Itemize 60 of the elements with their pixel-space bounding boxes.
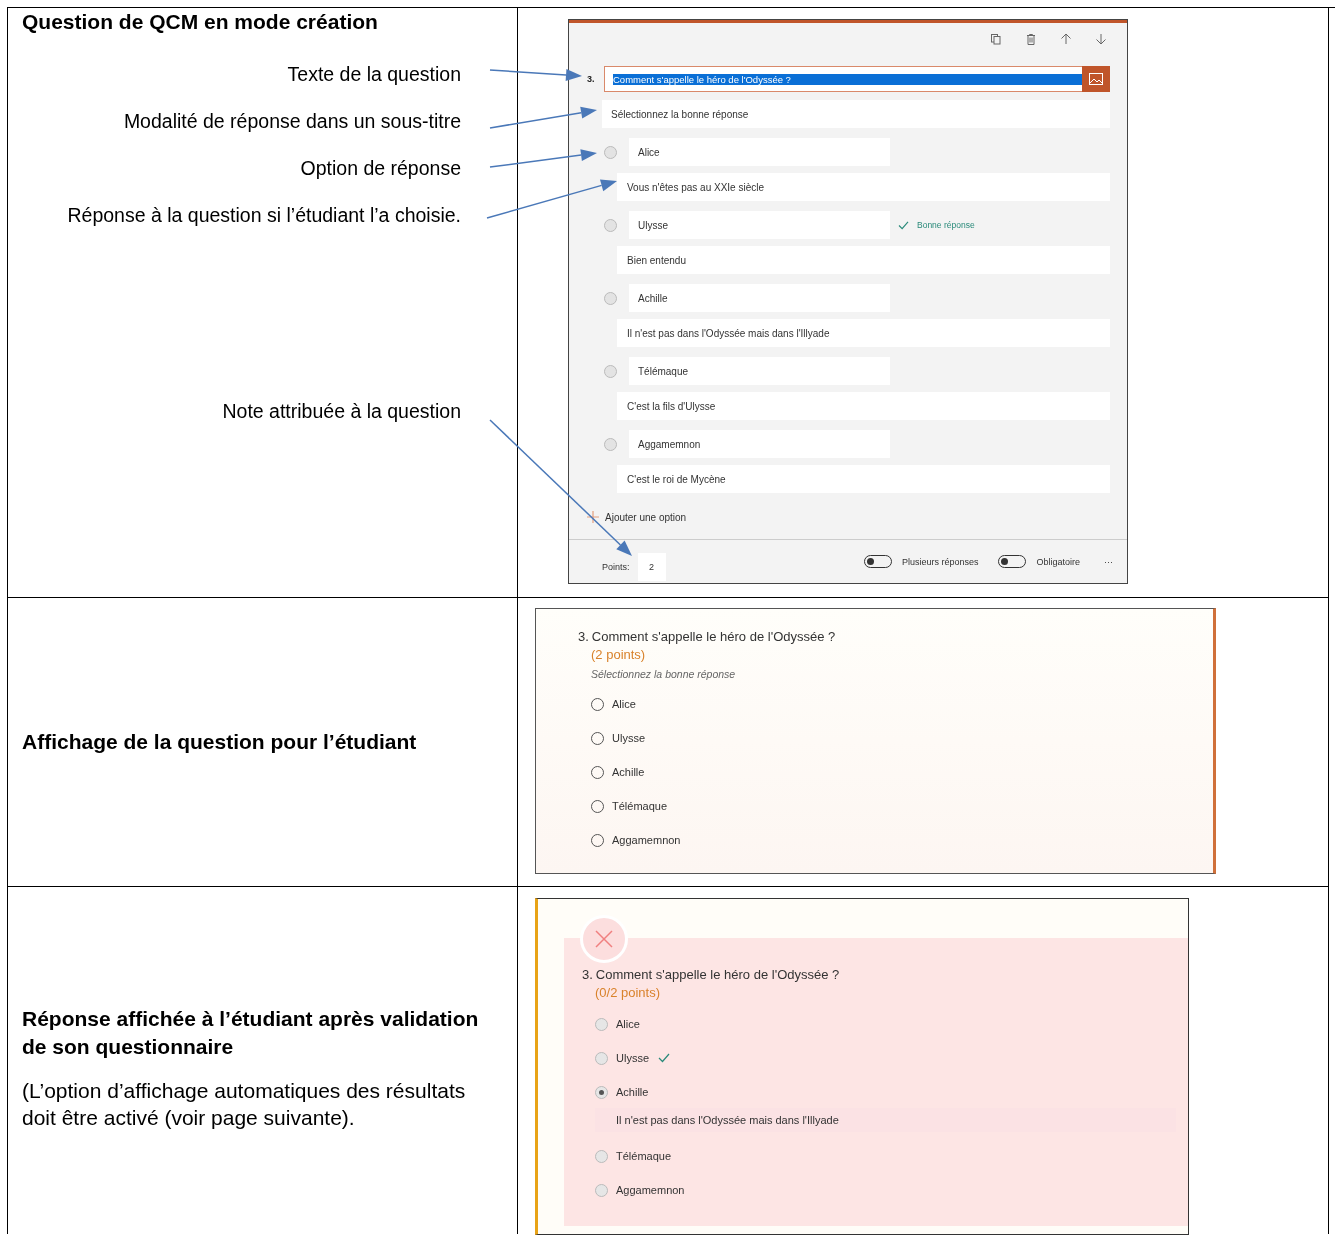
option-label: Aggamemnon bbox=[616, 1184, 685, 1196]
radio-button[interactable] bbox=[604, 291, 617, 305]
note-text: (L’option d’affichage automatiques des résultats doit être activé (voir page suivante). bbox=[22, 1078, 467, 1131]
section-heading: Réponse affichée à l’étudiant après validation de son questionnaire bbox=[22, 1006, 480, 1060]
toggle-label: Obligatoire bbox=[1036, 556, 1080, 567]
subtitle-field[interactable]: Sélectionnez la bonne réponse bbox=[602, 100, 1110, 128]
radio-button[interactable] bbox=[604, 218, 617, 232]
annotation-label: Réponse à la question si l’étudiant l’a choisie. bbox=[66, 204, 462, 227]
annotation-label: Option de réponse bbox=[299, 157, 462, 180]
annotation-label: Note attribuée à la question bbox=[221, 400, 462, 423]
question-text: Comment s'appelle le héro de l'Odyssée ? bbox=[595, 967, 840, 982]
option-label[interactable]: Aggamemnon bbox=[612, 834, 681, 846]
section-heading: Affichage de la question pour l’étudiant bbox=[22, 730, 418, 754]
feedback-field[interactable]: Il n'est pas dans l'Odyssée mais dans l'Illyade bbox=[617, 319, 1110, 347]
question-number: 3. bbox=[578, 629, 589, 644]
check-icon bbox=[898, 220, 909, 230]
question-subtitle: Sélectionnez la bonne réponse bbox=[591, 668, 737, 680]
radio-button[interactable] bbox=[604, 437, 617, 451]
question-number: 3. bbox=[586, 74, 596, 84]
option-field[interactable]: Aggamemnon bbox=[629, 430, 890, 458]
question-text: Comment s'appelle le héro de l'Odyssée ? bbox=[591, 629, 836, 644]
image-icon[interactable] bbox=[1082, 66, 1110, 92]
delete-icon[interactable] bbox=[1025, 33, 1037, 45]
question-field[interactable]: Comment s'appelle le héro de l'Odyssée ? bbox=[604, 66, 1110, 92]
arrow-down-icon[interactable] bbox=[1095, 33, 1107, 45]
points-label: (2 points) bbox=[591, 647, 647, 662]
option-label: Achille bbox=[616, 1086, 649, 1098]
option-label: Ulysse bbox=[616, 1052, 649, 1064]
correct-answer-label[interactable]: Bonne réponse bbox=[917, 220, 975, 230]
option-label[interactable]: Télémaque bbox=[612, 800, 668, 812]
option-field[interactable]: Télémaque bbox=[629, 357, 890, 385]
more-options-button[interactable]: ··· bbox=[1104, 556, 1113, 567]
feedback-field[interactable]: C'est le roi de Mycène bbox=[617, 465, 1110, 493]
section-heading: Question de QCM en mode création bbox=[22, 10, 379, 34]
option-field[interactable]: Ulysse bbox=[629, 211, 890, 239]
option-field[interactable]: Alice bbox=[629, 138, 890, 166]
option-label[interactable]: Ulysse bbox=[612, 732, 645, 744]
question-number: 3. bbox=[582, 967, 593, 982]
feedback-field[interactable]: Bien entendu bbox=[617, 246, 1110, 274]
annotation-label: Modalité de réponse dans un sous-titre bbox=[122, 110, 462, 133]
option-label: Alice bbox=[616, 1018, 640, 1030]
question-text: Comment s'appelle le héro de l'Odyssée ? bbox=[613, 73, 1082, 85]
check-icon bbox=[658, 1053, 670, 1063]
option-label: Télémaque bbox=[616, 1150, 672, 1162]
points-label: Points: bbox=[602, 561, 630, 572]
option-label[interactable]: Achille bbox=[612, 766, 645, 778]
radio-button[interactable] bbox=[604, 364, 617, 378]
copy-icon[interactable] bbox=[990, 33, 1002, 45]
feedback-field[interactable]: Vous n'êtes pas au XXIe siècle bbox=[617, 173, 1110, 201]
option-field[interactable]: Achille bbox=[629, 284, 890, 312]
radio-button[interactable] bbox=[604, 145, 617, 159]
add-option-link[interactable]: Ajouter une option bbox=[605, 511, 687, 523]
points-label: (0/2 points) bbox=[595, 985, 662, 1000]
arrow-up-icon[interactable] bbox=[1060, 33, 1072, 45]
option-label[interactable]: Alice bbox=[612, 698, 636, 710]
points-field[interactable]: 2 bbox=[637, 552, 666, 581]
annotation-label: Texte de la question bbox=[286, 63, 462, 86]
plus-icon[interactable] bbox=[587, 511, 599, 523]
toggle-label: Plusieurs réponses bbox=[901, 556, 979, 567]
feedback-field[interactable]: C'est la fils d'Ulysse bbox=[617, 392, 1110, 420]
